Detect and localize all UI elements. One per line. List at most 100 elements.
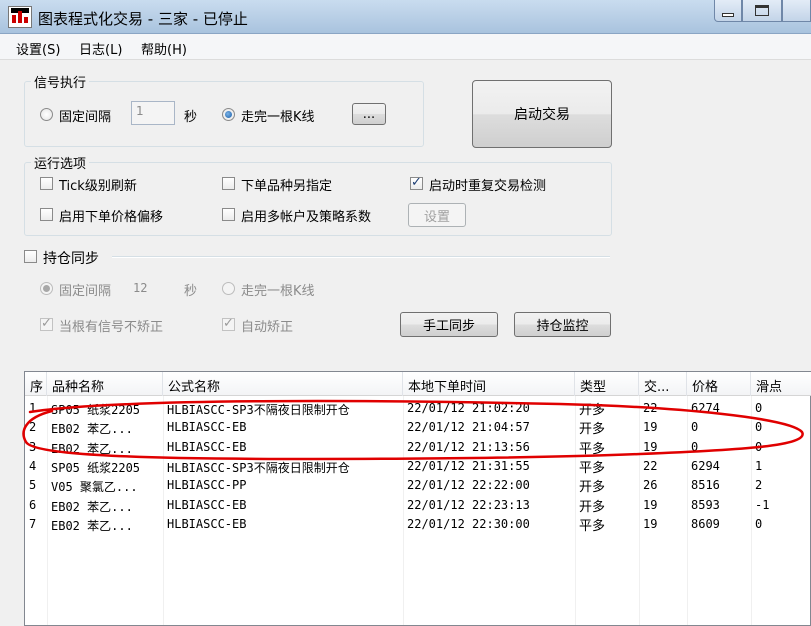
- table-cell: 26: [643, 478, 658, 493]
- tick-refresh-label: Tick级别刷新: [59, 179, 137, 194]
- window-title: 图表程式化交易 - 三家 - 已停止: [38, 10, 248, 28]
- table-cell: 19: [643, 439, 658, 454]
- table-row[interactable]: 1 SP05 纸浆2205 HLBIASCC-SP3不隔夜日限制开仓 22/01/12…: [25, 399, 811, 418]
- table-row[interactable]: 4 SP05 纸浆2205 HLBIASCC-SP3不隔夜日限制开仓 22/01/12…: [25, 457, 811, 476]
- table-cell: 19: [643, 497, 658, 512]
- sync-fixed-interval-radio[interactable]: [40, 282, 53, 295]
- menu-settings[interactable]: 设置(S): [16, 39, 60, 58]
- table-cell: V05 聚氯乙...: [51, 480, 138, 495]
- table-cell: 0: [755, 516, 763, 531]
- sync-seconds-label: 秒: [184, 284, 198, 299]
- close-button[interactable]: [782, 0, 811, 22]
- order-variety-checkbox[interactable]: [222, 177, 235, 190]
- table-cell: EB02 苯乙...: [51, 422, 133, 437]
- table-cell: 22/01/12 21:13:56: [407, 439, 530, 454]
- no-correct-checkbox[interactable]: [40, 316, 53, 331]
- table-header-cell[interactable]: 价格: [687, 372, 751, 396]
- signal-group-title: 信号执行: [31, 72, 90, 91]
- table-cell: 1: [755, 458, 763, 473]
- signal-bar-complete-label: 走完一根K线: [241, 110, 315, 125]
- menu-log[interactable]: 日志(L): [79, 39, 122, 58]
- table-cell: 19: [643, 516, 658, 531]
- table-cell: 22/01/12 21:31:55: [407, 458, 530, 473]
- table-cell: 0: [755, 401, 763, 415]
- orders-table[interactable]: 序品种名称 公式名称 本地下单时间 类型 交... 价格 滑点 1 SP05 纸浆2205 HL…: [24, 371, 811, 626]
- table-cell: HLBIASCC-PP: [167, 478, 247, 493]
- menu-help[interactable]: 帮助(H): [141, 39, 187, 58]
- multi-account-checkbox[interactable]: [222, 208, 235, 221]
- multi-account-settings-button[interactable]: 设置: [408, 203, 466, 227]
- position-sync-checkbox[interactable]: [24, 250, 37, 263]
- table-row[interactable]: 5 V05 聚氯乙... HLBIASCC-PP 22/01/12 22:22:00 开…: [25, 476, 811, 495]
- table-cell: 0: [755, 420, 763, 435]
- signal-bar-complete-radio[interactable]: [222, 108, 235, 121]
- table-header-cell[interactable]: 序: [25, 372, 47, 396]
- chart-app-icon: [8, 6, 32, 28]
- signal-fixed-interval-radio[interactable]: [40, 108, 53, 121]
- table-cell: EB02 苯乙...: [51, 441, 133, 456]
- multi-account-label: 启用多帐户及策略系数: [241, 210, 372, 225]
- table-header-cell[interactable]: 公式名称: [163, 372, 403, 396]
- maximize-icon: [755, 5, 769, 16]
- table-cell: 开多: [579, 403, 606, 418]
- table-cell: 0: [691, 439, 699, 454]
- table-cell: HLBIASCC-EB: [167, 420, 247, 435]
- position-monitor-button[interactable]: 持仓监控: [514, 312, 611, 337]
- table-cell: 22/01/12 22:22:00: [407, 478, 530, 493]
- table-cell: 平多: [579, 460, 606, 476]
- table-header-cell[interactable]: 本地下单时间: [403, 372, 575, 396]
- table-cell: 1: [29, 401, 37, 415]
- table-header: 序品种名称 公式名称 本地下单时间 类型 交... 价格 滑点: [25, 372, 811, 396]
- restart-check-checkbox[interactable]: [410, 175, 423, 190]
- table-cell: 6294: [691, 458, 720, 473]
- table-cell: 平多: [579, 441, 606, 457]
- tick-refresh-checkbox[interactable]: [40, 177, 53, 190]
- table-cell: 3: [29, 439, 37, 454]
- position-sync-title: 持仓同步: [43, 251, 99, 267]
- price-offset-label: 启用下单价格偏移: [59, 210, 164, 225]
- table-cell: -1: [755, 497, 770, 512]
- auto-correct-label: 自动矫正: [241, 320, 294, 335]
- maximize-button[interactable]: [742, 0, 782, 22]
- table-row[interactable]: 7 EB02 苯乙... HLBIASCC-EB 22/01/12 22:30:00 平…: [25, 515, 811, 534]
- table-header-cell[interactable]: 交...: [639, 372, 687, 396]
- signal-interval-input[interactable]: 1: [131, 101, 175, 125]
- auto-correct-checkbox[interactable]: [222, 316, 235, 331]
- table-cell: 开多: [579, 499, 606, 515]
- table-cell: 22/01/12 22:23:13: [407, 497, 530, 512]
- table-row[interactable]: 6 EB02 苯乙... HLBIASCC-EB 22/01/12 22:23:13 开…: [25, 496, 811, 515]
- table-row[interactable]: 2 EB02 苯乙... HLBIASCC-EB 22/01/12 21:04:57 开…: [25, 418, 811, 437]
- table-cell: 19: [643, 420, 658, 435]
- table-cell: 22/01/12 21:04:57: [407, 420, 530, 435]
- table-cell: 开多: [579, 422, 606, 438]
- table-header-cell[interactable]: 滑点: [751, 372, 811, 396]
- table-cell: 开多: [579, 480, 606, 496]
- table-header-cell[interactable]: 类型: [575, 372, 639, 396]
- title-bar[interactable]: 图表程式化交易 - 三家 - 已停止: [0, 0, 811, 34]
- table-cell: 22: [643, 458, 658, 473]
- table-cell: 0: [691, 420, 699, 435]
- position-sync-divider: [112, 256, 610, 258]
- price-offset-checkbox[interactable]: [40, 208, 53, 221]
- table-cell: 22: [643, 401, 658, 415]
- start-trading-button[interactable]: 启动交易: [472, 80, 612, 148]
- table-cell: 22/01/12 22:30:00: [407, 516, 530, 531]
- table-cell: EB02 苯乙...: [51, 518, 133, 533]
- table-cell: 6: [29, 497, 37, 512]
- table-cell: HLBIASCC-EB: [167, 497, 247, 512]
- table-header-cell[interactable]: 品种名称: [47, 372, 163, 396]
- table-cell: 2: [755, 478, 763, 493]
- sync-bar-complete-radio[interactable]: [222, 282, 235, 295]
- restart-check-label: 启动时重复交易检测: [429, 179, 547, 194]
- table-cell: 5: [29, 478, 37, 493]
- minimize-button[interactable]: [714, 0, 742, 22]
- manual-sync-button[interactable]: 手工同步: [400, 312, 498, 337]
- signal-more-button[interactable]: ...: [352, 103, 386, 125]
- sync-bar-complete-label: 走完一根K线: [241, 284, 315, 299]
- signal-fixed-interval-label: 固定间隔: [59, 110, 112, 125]
- order-variety-label: 下单品种另指定: [241, 179, 333, 194]
- table-row[interactable]: 3 EB02 苯乙... HLBIASCC-EB 22/01/12 21:13:56 平…: [25, 438, 811, 457]
- sync-interval-value[interactable]: 12: [133, 281, 147, 295]
- table-cell: 4: [29, 458, 37, 473]
- table-cell: EB02 苯乙...: [51, 499, 133, 514]
